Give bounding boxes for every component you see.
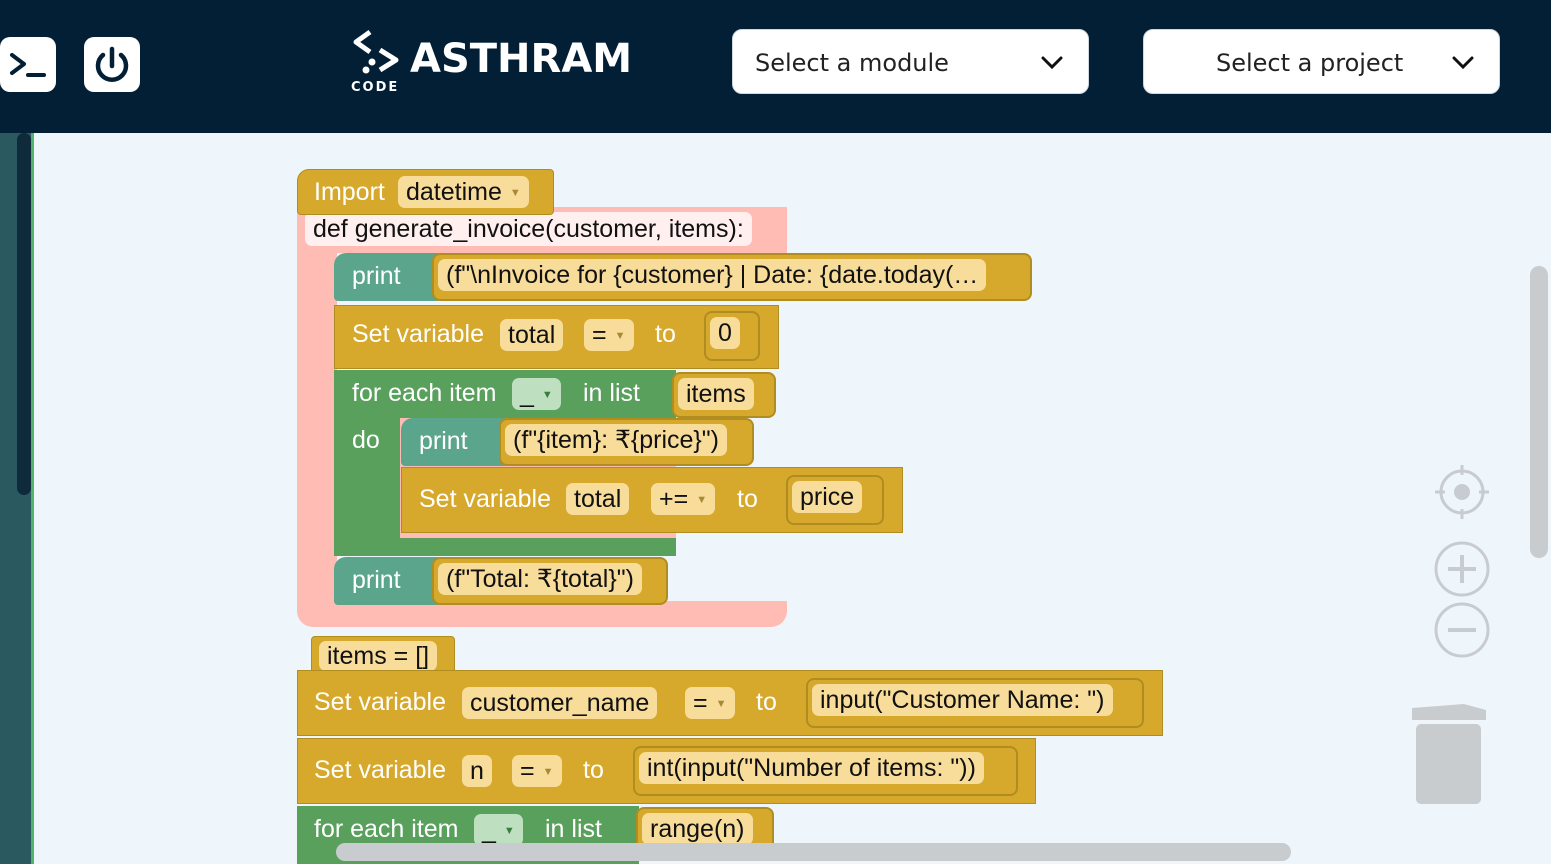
terminal-icon [10,53,46,77]
set-2-value[interactable]: price [792,481,863,513]
print-1-arg-slot: (f"\nInvoice for {customer} | Date: {dat… [432,253,1032,301]
set-2-op-dropdown[interactable]: += ▼ [651,483,716,515]
logo-subtext: CODE [351,80,400,95]
set-variable-label: Set variable [419,485,552,513]
logo-mark-icon [353,29,399,74]
in-list-label: in list [583,379,640,407]
set-3-var[interactable]: customer_name [462,687,658,719]
trash-icon[interactable] [1409,700,1489,806]
dropdown-arrow-icon: ▼ [542,766,554,779]
print-1-arg[interactable]: (f"\nInvoice for {customer} | Date: {dat… [438,259,987,291]
set-3-value-slot: input("Customer Name: ") [806,678,1144,728]
set-2-value-slot: price [786,475,884,525]
dropdown-arrow-icon: ▼ [614,330,626,343]
chevron-down-icon [1452,56,1474,70]
terminal-button[interactable] [0,37,56,92]
horizontal-scrollbar[interactable] [336,843,1291,861]
module-select-value: Select a module [755,49,949,77]
def-block-spine [297,207,337,627]
set-1-var[interactable]: total [500,319,564,351]
set-3-op-dropdown[interactable]: = ▼ [685,687,735,719]
vertical-scrollbar[interactable] [1530,266,1548,558]
for-2-var-dropdown[interactable]: _ ▼ [474,814,523,846]
zoom-out-icon[interactable] [1433,601,1491,659]
to-label: to [756,688,777,716]
set-variable-label: Set variable [352,320,485,348]
for-1-var-dropdown[interactable]: _ ▼ [512,378,561,410]
crosshair-icon[interactable] [1433,463,1491,521]
for-each-label: for each item [314,815,459,843]
print-3-arg-slot: (f"Total: ₹{total}") [432,557,668,605]
import-module-value: datetime [406,178,502,206]
for-each-1-foot [334,538,676,556]
zoom-in-icon[interactable] [1433,540,1491,598]
for-2-list[interactable]: range(n) [642,813,753,845]
module-select[interactable]: Select a module [732,29,1089,94]
to-label: to [655,320,676,348]
in-list-label: in list [545,815,602,843]
import-label: Import [314,178,385,206]
def-line[interactable]: def generate_invoice(customer, items): [305,212,752,246]
project-select[interactable]: Select a project [1143,29,1500,94]
set-4-value-slot: int(input("Number of items: ")) [633,746,1018,796]
set-4-op: = [520,757,535,785]
app-header: ASTHRAM CODE Select a module Select a pr… [0,0,1551,133]
import-module-dropdown[interactable]: datetime ▼ [398,176,529,208]
chevron-down-icon [1041,56,1063,70]
dropdown-arrow-icon: ▼ [715,698,727,711]
power-button[interactable] [84,37,140,92]
to-label: to [737,485,758,513]
dropdown-arrow-icon: ▼ [503,825,515,838]
for-1-list[interactable]: items [678,378,754,410]
set-1-value[interactable]: 0 [710,317,740,349]
dropdown-arrow-icon: ▼ [541,389,553,402]
to-label: to [583,756,604,784]
set-3-value[interactable]: input("Customer Name: ") [812,684,1113,716]
logo-text: ASTHRAM [410,36,633,82]
set-4-value[interactable]: int(input("Number of items: ")) [639,752,984,784]
for-each-label: for each item [352,379,497,407]
dropdown-arrow-icon: ▼ [509,187,521,200]
set-1-op-dropdown[interactable]: = ▼ [584,319,634,351]
print-label: print [419,427,468,455]
for-1-var: _ [520,380,534,408]
print-3-arg[interactable]: (f"Total: ₹{total}") [438,563,642,595]
toolbox-scrollbar[interactable] [17,133,31,495]
set-variable-label: Set variable [314,688,447,716]
set-2-op: += [659,485,689,513]
print-label: print [352,566,401,594]
print-2-arg-slot: (f"{item}: ₹{price}") [499,418,754,466]
set-3-op: = [693,689,708,717]
print-2-arg[interactable]: (f"{item}: ₹{price}") [505,424,727,456]
project-select-value: Select a project [1216,49,1404,77]
set-4-op-dropdown[interactable]: = ▼ [512,755,562,787]
dropdown-arrow-icon: ▼ [696,494,708,507]
set-1-value-slot: 0 [704,311,760,361]
do-label: do [352,426,380,454]
for-2-var: _ [482,816,496,844]
power-icon [95,46,129,82]
set-variable-label: Set variable [314,756,447,784]
set-2-var[interactable]: total [566,483,630,515]
set-1-op: = [592,321,607,349]
print-label: print [352,262,401,290]
for-1-list-slot: items [672,372,776,418]
asthram-logo: ASTHRAM CODE [348,28,638,98]
items-init[interactable]: items = [] [319,641,438,671]
set-4-var[interactable]: n [462,755,492,787]
